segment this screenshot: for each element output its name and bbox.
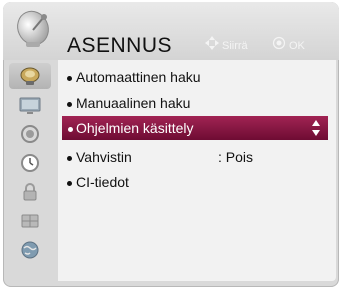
sidebar-item-picture[interactable] [9, 92, 51, 118]
option-grid-icon [21, 214, 39, 228]
clock-icon [21, 154, 39, 172]
sidebar-item-setup[interactable] [9, 63, 51, 89]
menu-header: ASENNUS Siirrä OK [3, 2, 339, 60]
menu-item-booster[interactable]: Vahvistin : Pois [58, 145, 336, 169]
menu-item-label: Vahvistin [76, 149, 132, 165]
menu-item-ci-info[interactable]: CI-tiedot [58, 170, 336, 194]
menu-item-label: CI-tiedot [76, 174, 129, 190]
menu-item-label: Manuaalinen haku [76, 95, 191, 111]
bullet [67, 102, 72, 107]
bullet [67, 76, 72, 81]
menu-item-label: Ohjelmien käsittely [76, 120, 194, 136]
sidebar-item-audio[interactable] [9, 121, 51, 147]
sidebar-item-option[interactable] [9, 208, 51, 234]
ok-hint: OK [289, 40, 305, 52]
sidebar-item-network[interactable] [9, 237, 51, 263]
ok-button-icon [272, 36, 286, 50]
bullet [68, 127, 73, 132]
category-sidebar [3, 60, 58, 287]
menu-item-auto-tuning[interactable]: Automaattinen haku [58, 65, 336, 89]
bullet [67, 181, 72, 186]
menu-item-label: Automaattinen haku [76, 69, 201, 85]
sidebar-item-lock[interactable] [9, 179, 51, 205]
navigation-arrows-icon [205, 36, 219, 50]
bullet [67, 156, 72, 161]
network-globe-icon [21, 241, 39, 259]
menu-content-panel: Automaattinen haku Manuaalinen haku Ohje… [58, 60, 336, 281]
menu-item-programme-edit[interactable]: Ohjelmien käsittely [62, 116, 328, 140]
page-title: ASENNUS [67, 34, 173, 57]
up-down-arrows-icon [312, 120, 320, 136]
tv-picture-icon [19, 97, 41, 114]
sidebar-item-time[interactable] [9, 150, 51, 176]
satellite-dish-icon [20, 67, 40, 85]
move-hint: Siirrä [222, 40, 248, 52]
setup-menu-window: ASENNUS Siirrä OK Automaattinen haku Man… [3, 2, 339, 287]
satellite-dish-icon [17, 10, 49, 47]
lock-icon [23, 183, 37, 201]
booster-value: : Pois [218, 149, 254, 165]
speaker-audio-icon [21, 125, 39, 143]
menu-item-manual-tuning[interactable]: Manuaalinen haku [58, 91, 336, 115]
